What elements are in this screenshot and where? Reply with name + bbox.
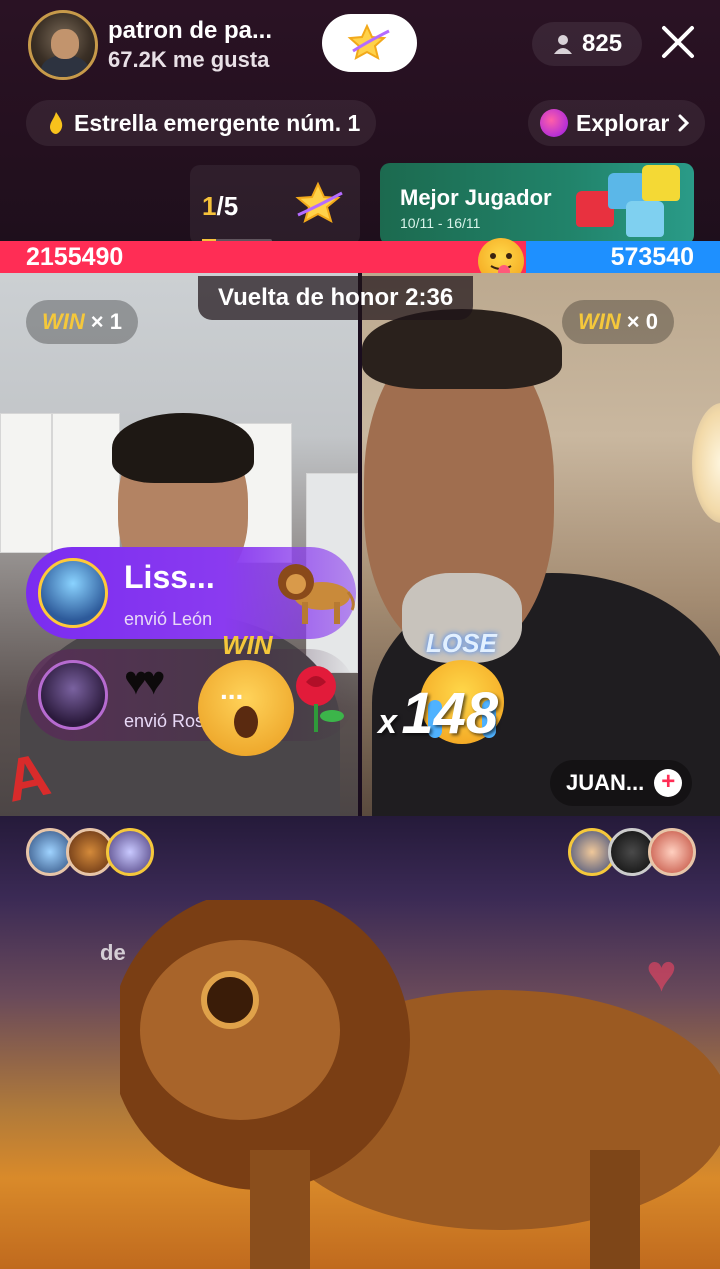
viewer-count[interactable]: 825 xyxy=(532,22,643,66)
host-avatar[interactable] xyxy=(28,10,98,80)
left-result-label: WIN xyxy=(222,630,273,660)
gift-description: envió León xyxy=(124,609,213,629)
best-player-banner[interactable]: Mejor Jugador 10/11 - 16/11 xyxy=(380,163,694,245)
lion-animation-figure xyxy=(110,890,720,1269)
gifter-avatar[interactable] xyxy=(38,558,108,628)
gifter-name: Liss... xyxy=(124,559,215,595)
black-hearts-name: ♥♥ xyxy=(124,659,165,703)
opponent-name: JUAN... xyxy=(566,770,645,795)
lion-gift-icon xyxy=(272,552,356,628)
supporter-avatar[interactable] xyxy=(106,828,154,876)
lamp-light xyxy=(692,403,720,523)
person-icon xyxy=(554,35,572,54)
right-score: 573540 xyxy=(610,243,694,271)
ranking-card[interactable]: 1/5 xyxy=(190,165,360,245)
best-player-dates: 10/11 - 16/11 xyxy=(400,215,481,231)
follow-star-button[interactable] xyxy=(322,14,417,72)
explore-label: Explorar xyxy=(576,109,670,136)
jersey-icon xyxy=(626,201,664,237)
host-info[interactable]: patron de pa... 67.2K me gusta xyxy=(28,10,272,80)
close-icon xyxy=(662,26,694,58)
ranking-star-icon xyxy=(294,181,344,232)
supporter-avatar[interactable] xyxy=(648,828,696,876)
left-score: 2155490 xyxy=(26,243,124,271)
star-icon xyxy=(347,23,390,60)
right-team-supporters[interactable] xyxy=(568,828,696,876)
viewer-count-value: 825 xyxy=(582,30,623,57)
left-team-supporters[interactable] xyxy=(26,828,154,876)
host-likes: 67.2K me gusta xyxy=(108,47,270,72)
battle-timer: Vuelta de honor 2:36 xyxy=(198,276,474,320)
ranking-position: 1/5 xyxy=(202,191,239,221)
follow-plus-icon[interactable]: + xyxy=(654,769,683,797)
jersey-icon xyxy=(642,165,680,201)
host-name[interactable]: patron de pa... xyxy=(108,16,272,46)
right-result-label: LOSE xyxy=(426,628,497,658)
score-multiplier: x 148 xyxy=(378,681,499,746)
best-player-title: Mejor Jugador xyxy=(400,185,552,210)
chevron-right-icon xyxy=(678,114,690,132)
gifter-avatar[interactable] xyxy=(38,660,108,730)
left-win-badge: WIN × 1 xyxy=(26,300,138,344)
opponent-name-chip[interactable]: JUAN... + xyxy=(550,760,693,806)
rising-star-chip[interactable]: Estrella emergente núm. 1 xyxy=(26,100,377,146)
rising-star-label: Estrella emergente núm. 1 xyxy=(74,109,361,136)
right-win-badge: WIN × 0 xyxy=(562,300,674,344)
explore-button[interactable]: Explorar xyxy=(528,100,706,146)
flame-icon xyxy=(50,112,63,134)
rose-gift-icon xyxy=(278,660,352,748)
close-button[interactable] xyxy=(656,20,700,64)
explore-icon xyxy=(540,109,568,137)
